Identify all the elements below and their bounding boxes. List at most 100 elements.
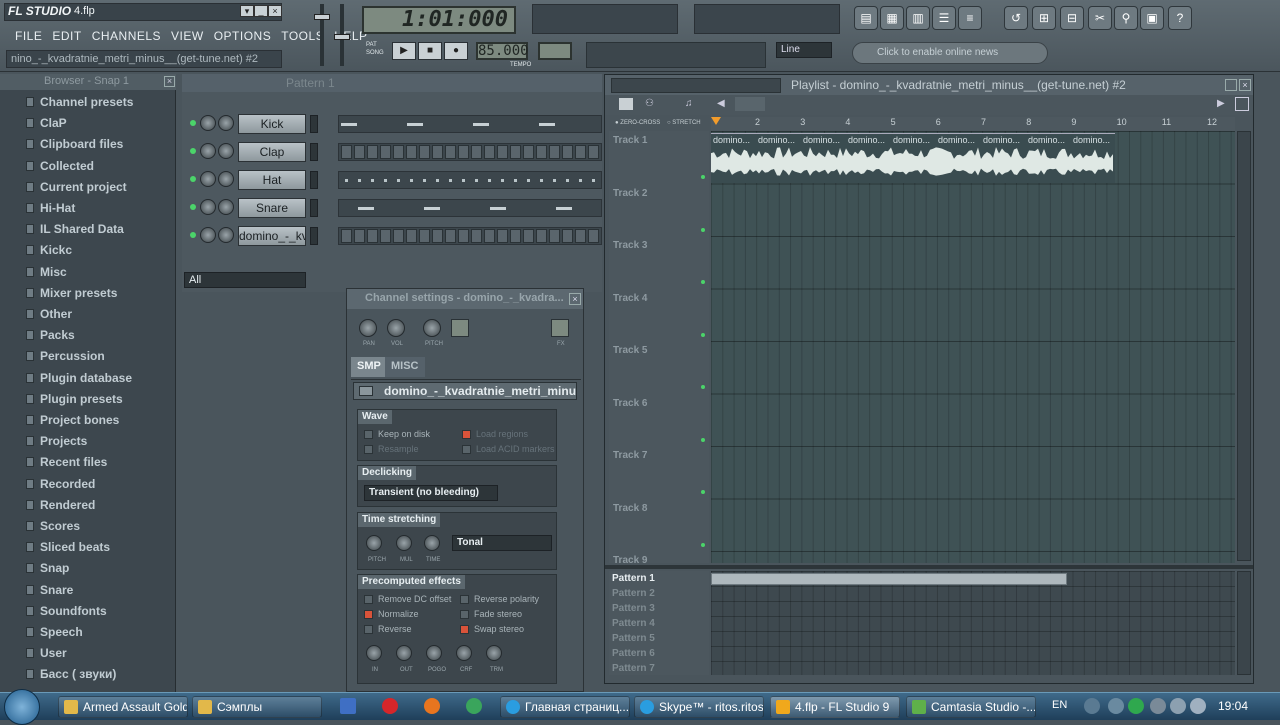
stretch-time-knob[interactable] <box>424 535 440 551</box>
channel-button[interactable]: Hat <box>238 170 306 190</box>
menu-options[interactable]: OPTIONS <box>209 27 277 45</box>
search-icon[interactable]: ⚲ <box>1114 6 1138 30</box>
browser-item[interactable]: Snap <box>14 558 174 578</box>
track-name[interactable]: Track 2 <box>613 188 647 199</box>
browser-item[interactable]: User <box>14 643 174 663</box>
step-sequence[interactable] <box>338 143 602 161</box>
step-button[interactable] <box>588 229 599 243</box>
step-button[interactable] <box>497 145 508 159</box>
menu-channels[interactable]: CHANNELS <box>87 27 166 45</box>
browser-item[interactable]: Current project <box>14 177 174 197</box>
channel-volume-knob[interactable] <box>218 227 234 243</box>
step-sequence[interactable] <box>338 199 602 217</box>
playlist-splitter[interactable] <box>605 565 1253 569</box>
declicking-select[interactable]: Transient (no bleeding) <box>364 485 498 501</box>
master-pitch-handle[interactable] <box>334 34 350 40</box>
save-icon[interactable]: ⊞ <box>1032 6 1056 30</box>
browser-item[interactable]: Channel presets <box>14 92 174 112</box>
pattern-name[interactable]: Pattern 6 <box>612 648 655 659</box>
browser-item[interactable]: Other <box>14 304 174 324</box>
out-knob[interactable] <box>396 645 412 661</box>
step-note[interactable] <box>555 207 572 210</box>
load-acid-markers-checkbox[interactable]: Load ACID markers <box>462 444 555 454</box>
firefox-icon[interactable] <box>424 698 440 714</box>
channel-led[interactable] <box>190 204 196 210</box>
undo-icon[interactable]: ↺ <box>1004 6 1028 30</box>
disk-icon[interactable] <box>340 698 356 714</box>
step-sequence[interactable] <box>338 115 602 133</box>
step-button[interactable] <box>458 145 469 159</box>
task-armed-assault[interactable]: Armed Assault Gold <box>58 696 188 718</box>
track-name[interactable]: Track 6 <box>613 398 647 409</box>
cut-icon[interactable]: ✂ <box>1088 6 1112 30</box>
resample-checkbox[interactable]: Resample <box>364 444 419 454</box>
step-button[interactable] <box>536 145 547 159</box>
pattern-1-block[interactable] <box>711 573 1067 585</box>
help-tray-icon[interactable] <box>1084 698 1100 714</box>
step-sequence[interactable] <box>338 171 602 189</box>
browser-item[interactable]: ClaP <box>14 113 174 133</box>
browser-item[interactable]: Speech <box>14 622 174 642</box>
step-button[interactable] <box>393 145 404 159</box>
channel-mixer-track[interactable] <box>310 143 318 161</box>
playlist-grid[interactable] <box>711 131 1235 563</box>
folder-icon[interactable] <box>359 386 373 396</box>
task-skype[interactable]: Skype™ - ritos.ritos <box>634 696 764 718</box>
mixer-icon[interactable]: ≡ <box>958 6 982 30</box>
step-button[interactable] <box>549 145 560 159</box>
remove-dc-checkbox[interactable]: Remove DC offset <box>364 594 451 604</box>
play-button[interactable]: ▶ <box>392 42 416 60</box>
step-note[interactable] <box>407 123 423 126</box>
volume-knob[interactable] <box>387 319 405 337</box>
audio-clip[interactable]: domino... domino... domino... domino... domi… <box>711 133 1115 183</box>
step-button[interactable] <box>497 229 508 243</box>
browser-item[interactable]: Plugin database <box>14 368 174 388</box>
step-button[interactable] <box>549 229 560 243</box>
zero-cross-toggle[interactable]: ● ZERO-CROSS <box>615 120 660 126</box>
step-button[interactable] <box>406 145 417 159</box>
crf-knob[interactable] <box>456 645 472 661</box>
browser-item[interactable]: Plugin presets <box>14 389 174 409</box>
step-button[interactable] <box>510 229 521 243</box>
reverse-polarity-checkbox[interactable]: Reverse polarity <box>460 594 539 604</box>
step-button[interactable] <box>471 145 482 159</box>
pattern-name[interactable]: Pattern 2 <box>612 588 655 599</box>
pattern-name[interactable]: Pattern 4 <box>612 618 655 629</box>
task-samples[interactable]: Сэмплы <box>192 696 322 718</box>
load-regions-checkbox[interactable]: Load regions <box>462 429 528 439</box>
document-icon[interactable]: ▣ <box>1140 6 1164 30</box>
track-name[interactable]: Track 5 <box>613 345 647 356</box>
network-tray-icon[interactable] <box>1150 698 1166 714</box>
task-fl-studio[interactable]: 4.flp - FL Studio 9 <box>770 696 900 718</box>
language-indicator[interactable]: EN <box>1052 699 1067 711</box>
antivirus-tray-icon[interactable] <box>1128 698 1144 714</box>
playlist-icon[interactable]: ▤ <box>854 6 878 30</box>
browser-item[interactable]: Rendered <box>14 495 174 515</box>
browser-item[interactable]: IL Shared Data <box>14 219 174 239</box>
pan-knob[interactable] <box>359 319 377 337</box>
keep-on-disk-checkbox[interactable]: Keep on disk <box>364 429 430 439</box>
channel-button[interactable]: domino_-_kva... <box>238 226 306 246</box>
step-button[interactable] <box>341 145 352 159</box>
task-browser-page[interactable]: Главная страниц... <box>500 696 630 718</box>
playlist-close-icon[interactable]: × <box>1239 79 1251 91</box>
piano-roll-icon[interactable]: ▥ <box>906 6 930 30</box>
browser-item[interactable]: Recorded <box>14 474 174 494</box>
track-mute-led[interactable] <box>701 490 705 494</box>
track-mute-led[interactable] <box>701 385 705 389</box>
scroll-right-icon[interactable]: ▶ <box>1217 98 1225 109</box>
browser-item[interactable]: Percussion <box>14 346 174 366</box>
step-note[interactable] <box>539 123 555 126</box>
playlist-vertical-scrollbar[interactable] <box>1237 131 1251 561</box>
channel-pan-knob[interactable] <box>200 171 216 187</box>
channel-led[interactable] <box>190 120 196 126</box>
channel-settings-close-icon[interactable]: × <box>569 293 581 305</box>
track-mute-led[interactable] <box>701 227 705 232</box>
step-button[interactable] <box>419 229 430 243</box>
browser-item[interactable]: Project bones <box>14 410 174 430</box>
window-menu-button[interactable]: ▾ <box>240 5 254 17</box>
volume-tray-icon[interactable] <box>1190 698 1206 714</box>
close-button[interactable]: × <box>268 5 282 17</box>
chrome-icon[interactable] <box>466 698 482 714</box>
step-button[interactable] <box>575 145 586 159</box>
